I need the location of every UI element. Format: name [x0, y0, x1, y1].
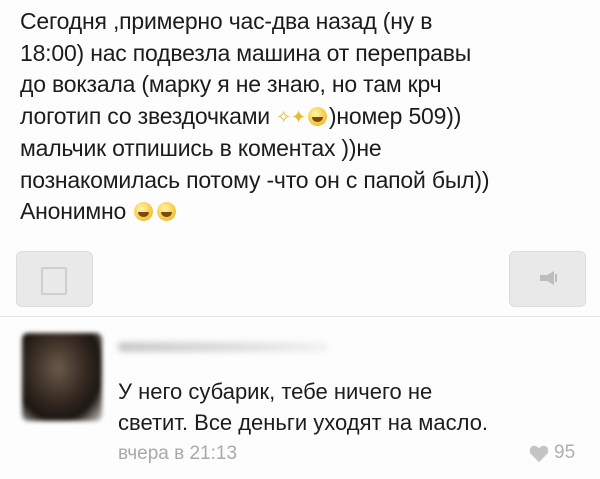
- comment-line: У него субарик, тебе ничего не: [118, 379, 433, 404]
- comment-timestamp[interactable]: вчера в 21:13: [118, 443, 237, 465]
- smiling-emoji-icon: [157, 202, 177, 221]
- post-line: до вокзала (марку я не знаю, но там крч: [20, 71, 442, 97]
- post-text: Сегодня ,примерно час-два назад (ну в 18…: [20, 6, 585, 228]
- attachment-button[interactable]: [16, 251, 93, 307]
- like-count: 95: [554, 442, 576, 463]
- laughing-emoji-icon: [307, 106, 327, 126]
- post-line: мальчик отпишись в коментах ))не: [20, 135, 382, 161]
- avatar[interactable]: [22, 333, 102, 421]
- comment-text: У него субарик, тебе ничего не светит. В…: [118, 376, 488, 438]
- post-line: логотип со звездочками ✧✦ )номер 509)): [20, 101, 585, 134]
- post-line: Анонимно: [20, 196, 585, 228]
- post-line: Сегодня ,примерно час-два назад (ну в: [20, 8, 433, 34]
- sparkles-icon: ✧✦: [276, 106, 306, 127]
- divider: [0, 316, 600, 317]
- post-line-text: логотип со звездочками: [20, 102, 270, 129]
- comment-line: светит. Все деньги уходят на масло.: [118, 410, 489, 435]
- megaphone-icon: [540, 271, 557, 285]
- commenter-name-blurred[interactable]: [118, 342, 328, 352]
- post-line-text: )номер 509)): [328, 102, 462, 129]
- like-button[interactable]: 95: [528, 442, 575, 464]
- grinning-emoji-icon: [134, 202, 154, 221]
- post-line: познакомилась потому -что он с папой был…: [20, 166, 490, 193]
- heart-icon: [529, 445, 549, 463]
- post-line: 18:00) нас подвезла машина от переправы: [20, 39, 472, 66]
- square-icon: [41, 267, 67, 295]
- share-button[interactable]: [509, 251, 586, 307]
- post-line-text: Анонимно: [20, 198, 127, 224]
